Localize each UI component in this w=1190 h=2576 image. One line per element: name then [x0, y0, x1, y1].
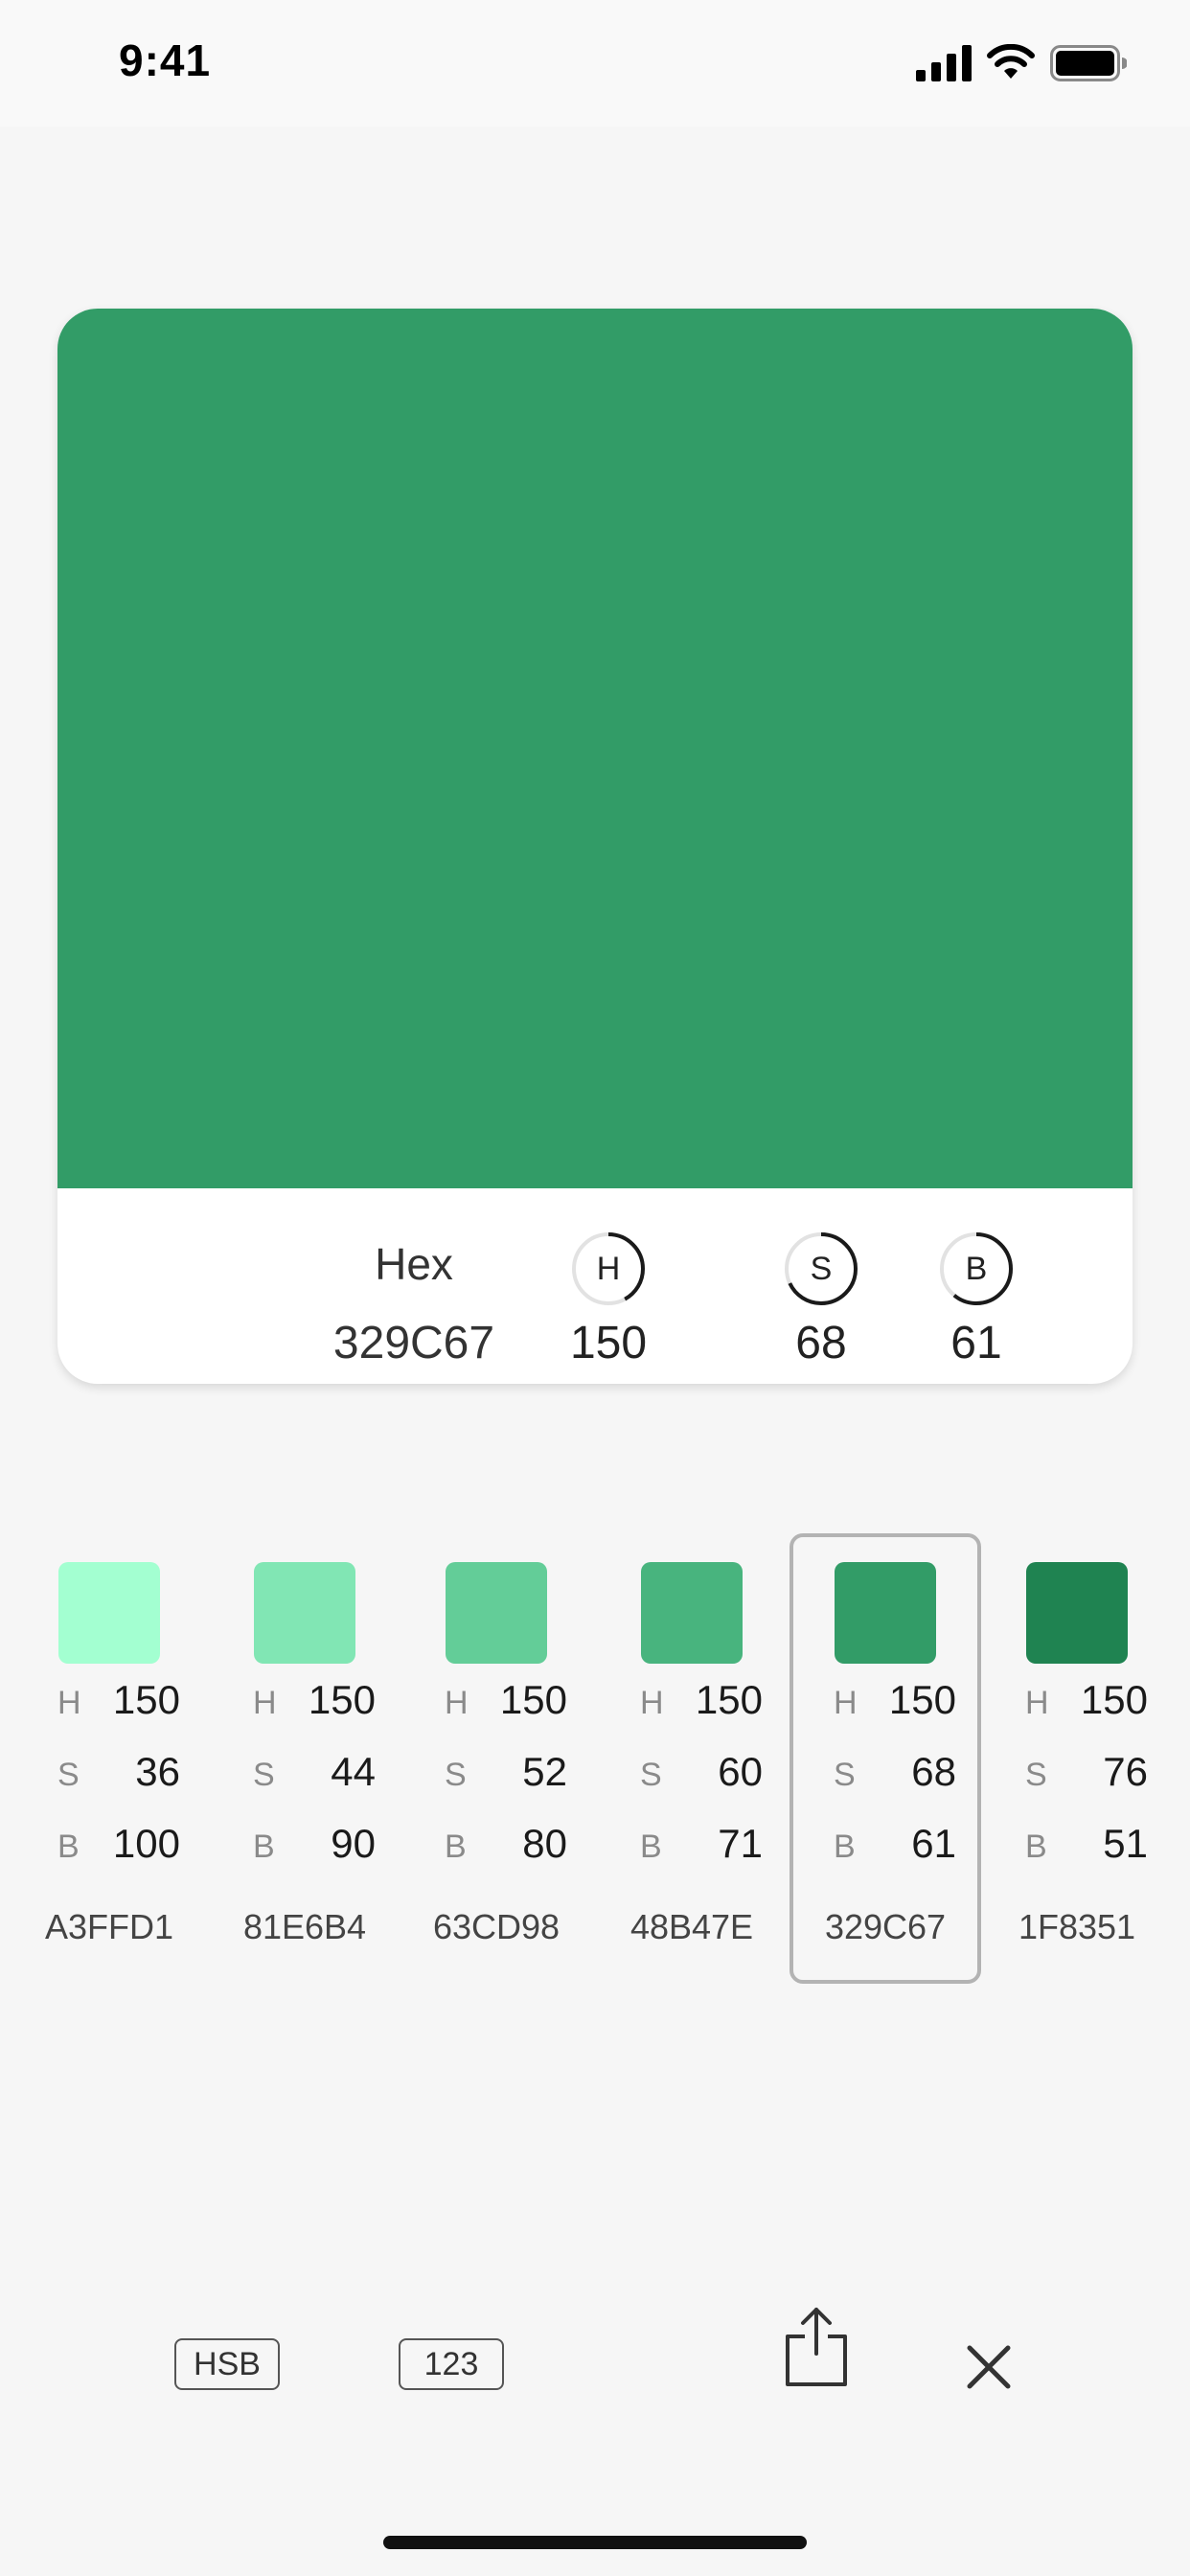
palette-s-value: 36 [135, 1749, 180, 1794]
hex-value[interactable]: 329C67 [280, 1317, 548, 1369]
cellular-signal-icon [916, 45, 972, 81]
palette-hex-value: 48B47E [629, 1907, 754, 1946]
palette-h-value: 150 [308, 1677, 376, 1722]
palette-item[interactable]: H 150 S 68 B 61 329C67 [790, 1533, 981, 1984]
palette-item[interactable]: H 150 S 60 B 71 48B47E [596, 1533, 788, 1984]
palette-s-letter: S [253, 1757, 275, 1793]
palette-b-value: 51 [1103, 1821, 1148, 1866]
battery-icon [1050, 45, 1127, 81]
color-preview[interactable] [57, 309, 1133, 1188]
palette-b-letter: B [445, 1828, 467, 1865]
palette-s-letter: S [1025, 1757, 1047, 1793]
palette-hex-value: 329C67 [824, 1907, 947, 1946]
palette-h-letter: H [834, 1685, 858, 1721]
palette-h-letter: H [640, 1685, 664, 1721]
palette-swatch[interactable] [641, 1562, 743, 1664]
palette-swatch[interactable] [254, 1562, 355, 1664]
palette-item[interactable]: H 150 S 44 B 90 81E6B4 [209, 1533, 400, 1984]
palette-swatch[interactable] [1026, 1562, 1128, 1664]
palette-hex-value: 63CD98 [432, 1907, 561, 1946]
saturation-dial: S [783, 1230, 859, 1307]
palette-h-letter: H [445, 1685, 469, 1721]
palette-b-letter: B [1025, 1828, 1047, 1865]
palette-b-letter: B [834, 1828, 856, 1865]
hue-value: 150 [569, 1318, 648, 1368]
palette-hex-value: 81E6B4 [242, 1907, 367, 1946]
palette-b-value: 80 [522, 1821, 567, 1866]
palette-item[interactable]: H 150 S 76 B 51 1F8351 [981, 1533, 1173, 1984]
palette-swatch[interactable] [835, 1562, 936, 1664]
saturation-letter: S [810, 1251, 833, 1287]
palette-hex-value: 1F8351 [1018, 1907, 1136, 1946]
brightness-dial: B [938, 1230, 1015, 1307]
palette-b-letter: B [640, 1828, 662, 1865]
status-icons [916, 42, 1127, 84]
palette-h-value: 150 [499, 1677, 567, 1722]
palette-s-value: 76 [1103, 1749, 1148, 1794]
brightness-letter: B [965, 1251, 988, 1287]
palette-item[interactable]: H 150 S 52 B 80 63CD98 [400, 1533, 592, 1984]
hsb-mode-button[interactable]: HSB [174, 2338, 280, 2390]
palette-b-value: 90 [331, 1821, 376, 1866]
brightness-value: 61 [950, 1318, 1002, 1368]
palette-item[interactable]: H 150 S 36 B 100 A3FFD1 [13, 1533, 205, 1984]
palette-h-letter: H [57, 1685, 81, 1721]
share-icon[interactable] [782, 2304, 851, 2395]
palette-s-letter: S [445, 1757, 467, 1793]
palette-b-value: 71 [718, 1821, 763, 1866]
color-card: Hex 329C67 H 150 S 68 B 61 [57, 309, 1133, 1384]
home-indicator [383, 2536, 807, 2549]
saturation-value: 68 [795, 1318, 847, 1368]
palette-s-value: 52 [522, 1749, 567, 1794]
palette-swatch[interactable] [446, 1562, 547, 1664]
close-icon[interactable] [964, 2342, 1014, 2397]
palette-s-letter: S [834, 1757, 856, 1793]
palette-b-letter: B [253, 1828, 275, 1865]
palette-h-value: 150 [888, 1677, 956, 1722]
palette-b-value: 61 [911, 1821, 956, 1866]
palette-s-letter: S [640, 1757, 662, 1793]
palette-s-value: 44 [331, 1749, 376, 1794]
status-bar: 9:41 [0, 0, 1190, 126]
palette-b-letter: B [57, 1828, 80, 1865]
palette-h-value: 150 [112, 1677, 180, 1722]
palette-h-value: 150 [1080, 1677, 1148, 1722]
palette-s-value: 68 [911, 1749, 956, 1794]
palette-h-letter: H [253, 1685, 277, 1721]
hue-letter: H [596, 1251, 621, 1287]
palette-s-value: 60 [718, 1749, 763, 1794]
palette-hex-value: A3FFD1 [44, 1907, 174, 1946]
palette-h-value: 150 [695, 1677, 763, 1722]
palette-h-letter: H [1025, 1685, 1049, 1721]
palette-s-letter: S [57, 1757, 80, 1793]
number-mode-button[interactable]: 123 [399, 2338, 504, 2390]
color-info-row: Hex 329C67 H 150 S 68 B 61 [57, 1188, 1133, 1384]
hex-label: Hex [375, 1239, 453, 1289]
palette-swatch[interactable] [58, 1562, 160, 1664]
hue-dial: H [570, 1230, 647, 1307]
wifi-icon [987, 44, 1035, 79]
status-time: 9:41 [119, 35, 212, 85]
palette-b-value: 100 [112, 1821, 180, 1866]
